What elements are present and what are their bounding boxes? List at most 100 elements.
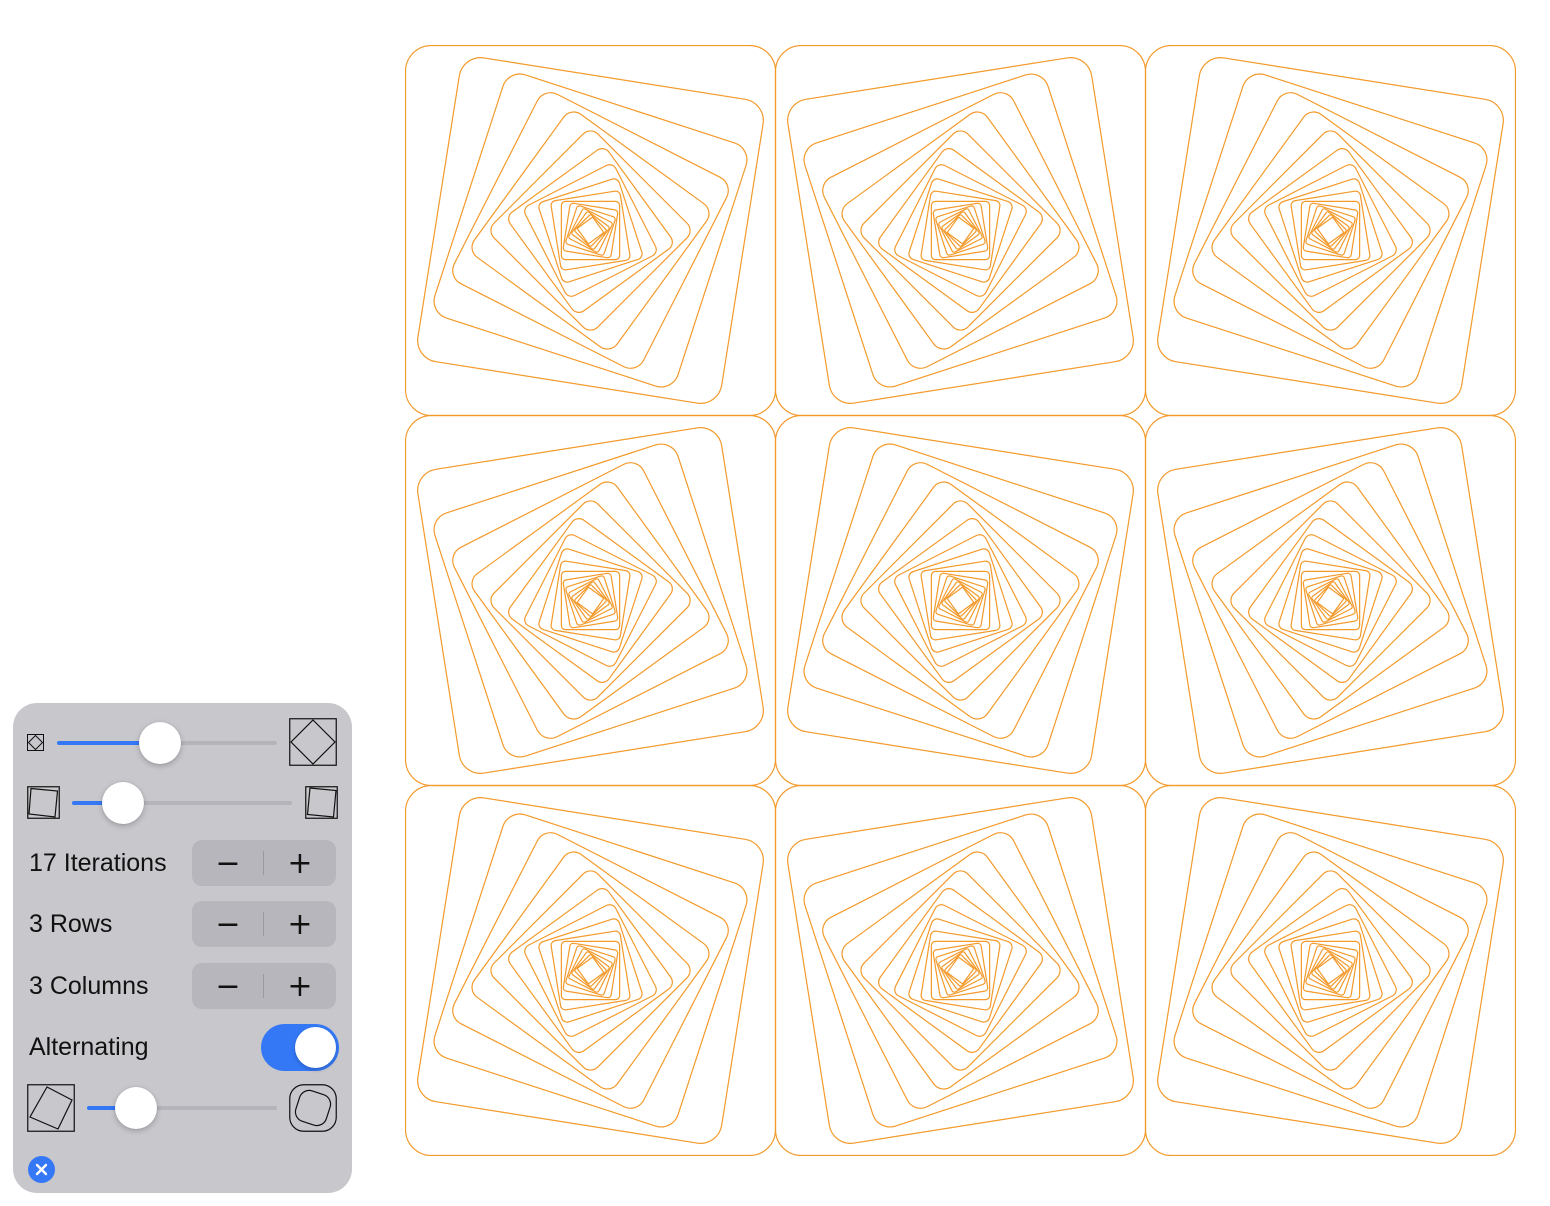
spiral-square [433,73,748,388]
spiral-square [1300,570,1361,631]
spiral-square [787,427,1134,774]
spiral-square [787,57,1134,404]
rows-label: 3 Rows [29,910,113,938]
spiral-square [1278,548,1383,653]
small-rotated-square-icon [27,734,44,751]
iterations-decrement-button[interactable]: − [192,840,264,886]
spiral-tile [774,45,1147,417]
spiral-square [930,570,991,631]
spiral-square [560,940,621,1001]
spiral-square [894,534,1027,667]
spiral-square [1211,851,1450,1090]
spiral-square [774,414,1147,787]
columns-decrement-button[interactable]: − [192,963,264,1009]
spiral-square [538,178,643,283]
spiral-tile [405,414,777,787]
spiral-square [841,851,1080,1090]
tilted-square-right-icon [305,786,338,819]
spiral-tile [1144,414,1516,787]
spiral-square [1144,414,1516,787]
spiral-square [1173,73,1488,388]
spiral-square [1264,904,1397,1037]
spiral-square [571,951,610,990]
spiral-square [1311,211,1350,250]
spiral-square [571,211,610,250]
iterations-row: 17 Iterations − + [13,840,352,886]
spiral-square [417,57,764,404]
spiral-square [1173,813,1488,1128]
close-button[interactable] [28,1156,55,1183]
spiral-square [787,797,1134,1144]
spiral-square [1300,940,1361,1001]
corner-slider-row [13,1083,352,1133]
spiral-tile [1144,784,1516,1156]
spiral-square [878,518,1043,683]
spiral-square [471,481,710,720]
spiral-square [560,200,621,261]
iterations-label: 17 Iterations [29,849,167,877]
spiral-square [1157,427,1504,774]
spiral-square [908,548,1013,653]
spiral-square [524,164,657,297]
spiral-square [577,957,604,984]
spiral-square [860,500,1061,701]
columns-label: 3 Columns [29,972,149,1000]
spiral-square [1264,164,1397,297]
spiral-square [930,940,991,1001]
spiral-square [1230,130,1431,331]
pattern-canvas [405,45,1516,1156]
rotation-slider-thumb[interactable] [101,782,144,824]
spiral-square [538,548,643,653]
rows-decrement-button[interactable]: − [192,901,264,947]
corner-slider-thumb[interactable] [115,1087,158,1129]
inset-slider-row [13,717,352,767]
spiral-tile [405,784,777,1156]
spiral-square [1248,148,1413,313]
spiral-square [930,200,991,261]
spiral-square [941,581,980,620]
spiral-square [508,888,673,1053]
columns-increment-button[interactable]: + [264,963,336,1009]
spiral-square [1248,888,1413,1053]
columns-row: 3 Columns − + [13,963,352,1009]
spiral-tile [405,45,777,417]
iterations-increment-button[interactable]: + [264,840,336,886]
large-rotated-square-icon [289,718,337,766]
inset-slider-thumb[interactable] [139,722,182,764]
spiral-square [433,443,748,758]
alternating-toggle[interactable] [261,1024,339,1071]
spiral-square [894,164,1027,297]
spiral-square [878,888,1043,1053]
spiral-square [571,581,610,620]
spiral-square [405,414,777,787]
spiral-square [947,957,974,984]
spiral-square [841,481,1080,720]
spiral-tile [1144,45,1516,417]
spiral-square [1311,581,1350,620]
spiral-square [908,918,1013,1023]
spiral-square [433,813,748,1128]
spiral-square [1317,587,1344,614]
spiral-square [860,870,1061,1071]
spiral-square [1157,57,1504,404]
spiral-square [1248,518,1413,683]
spiral-square [1211,481,1450,720]
rotation-slider-row [13,782,352,826]
spiral-square [405,784,777,1156]
spiral-square [417,427,764,774]
spiral-square [878,148,1043,313]
spiral-square [894,904,1027,1037]
spiral-square [417,797,764,1144]
spiral-square [1230,870,1431,1071]
rows-increment-button[interactable]: + [264,901,336,947]
spiral-square [1144,784,1516,1156]
spiral-square [1278,918,1383,1023]
spiral-square [524,904,657,1037]
spiral-square [1311,951,1350,990]
spiral-square [860,130,1061,331]
spiral-square [941,951,980,990]
rows-stepper: − + [192,901,336,947]
spiral-square [508,518,673,683]
spiral-square [1264,534,1397,667]
tilted-square-left-icon [27,786,60,819]
